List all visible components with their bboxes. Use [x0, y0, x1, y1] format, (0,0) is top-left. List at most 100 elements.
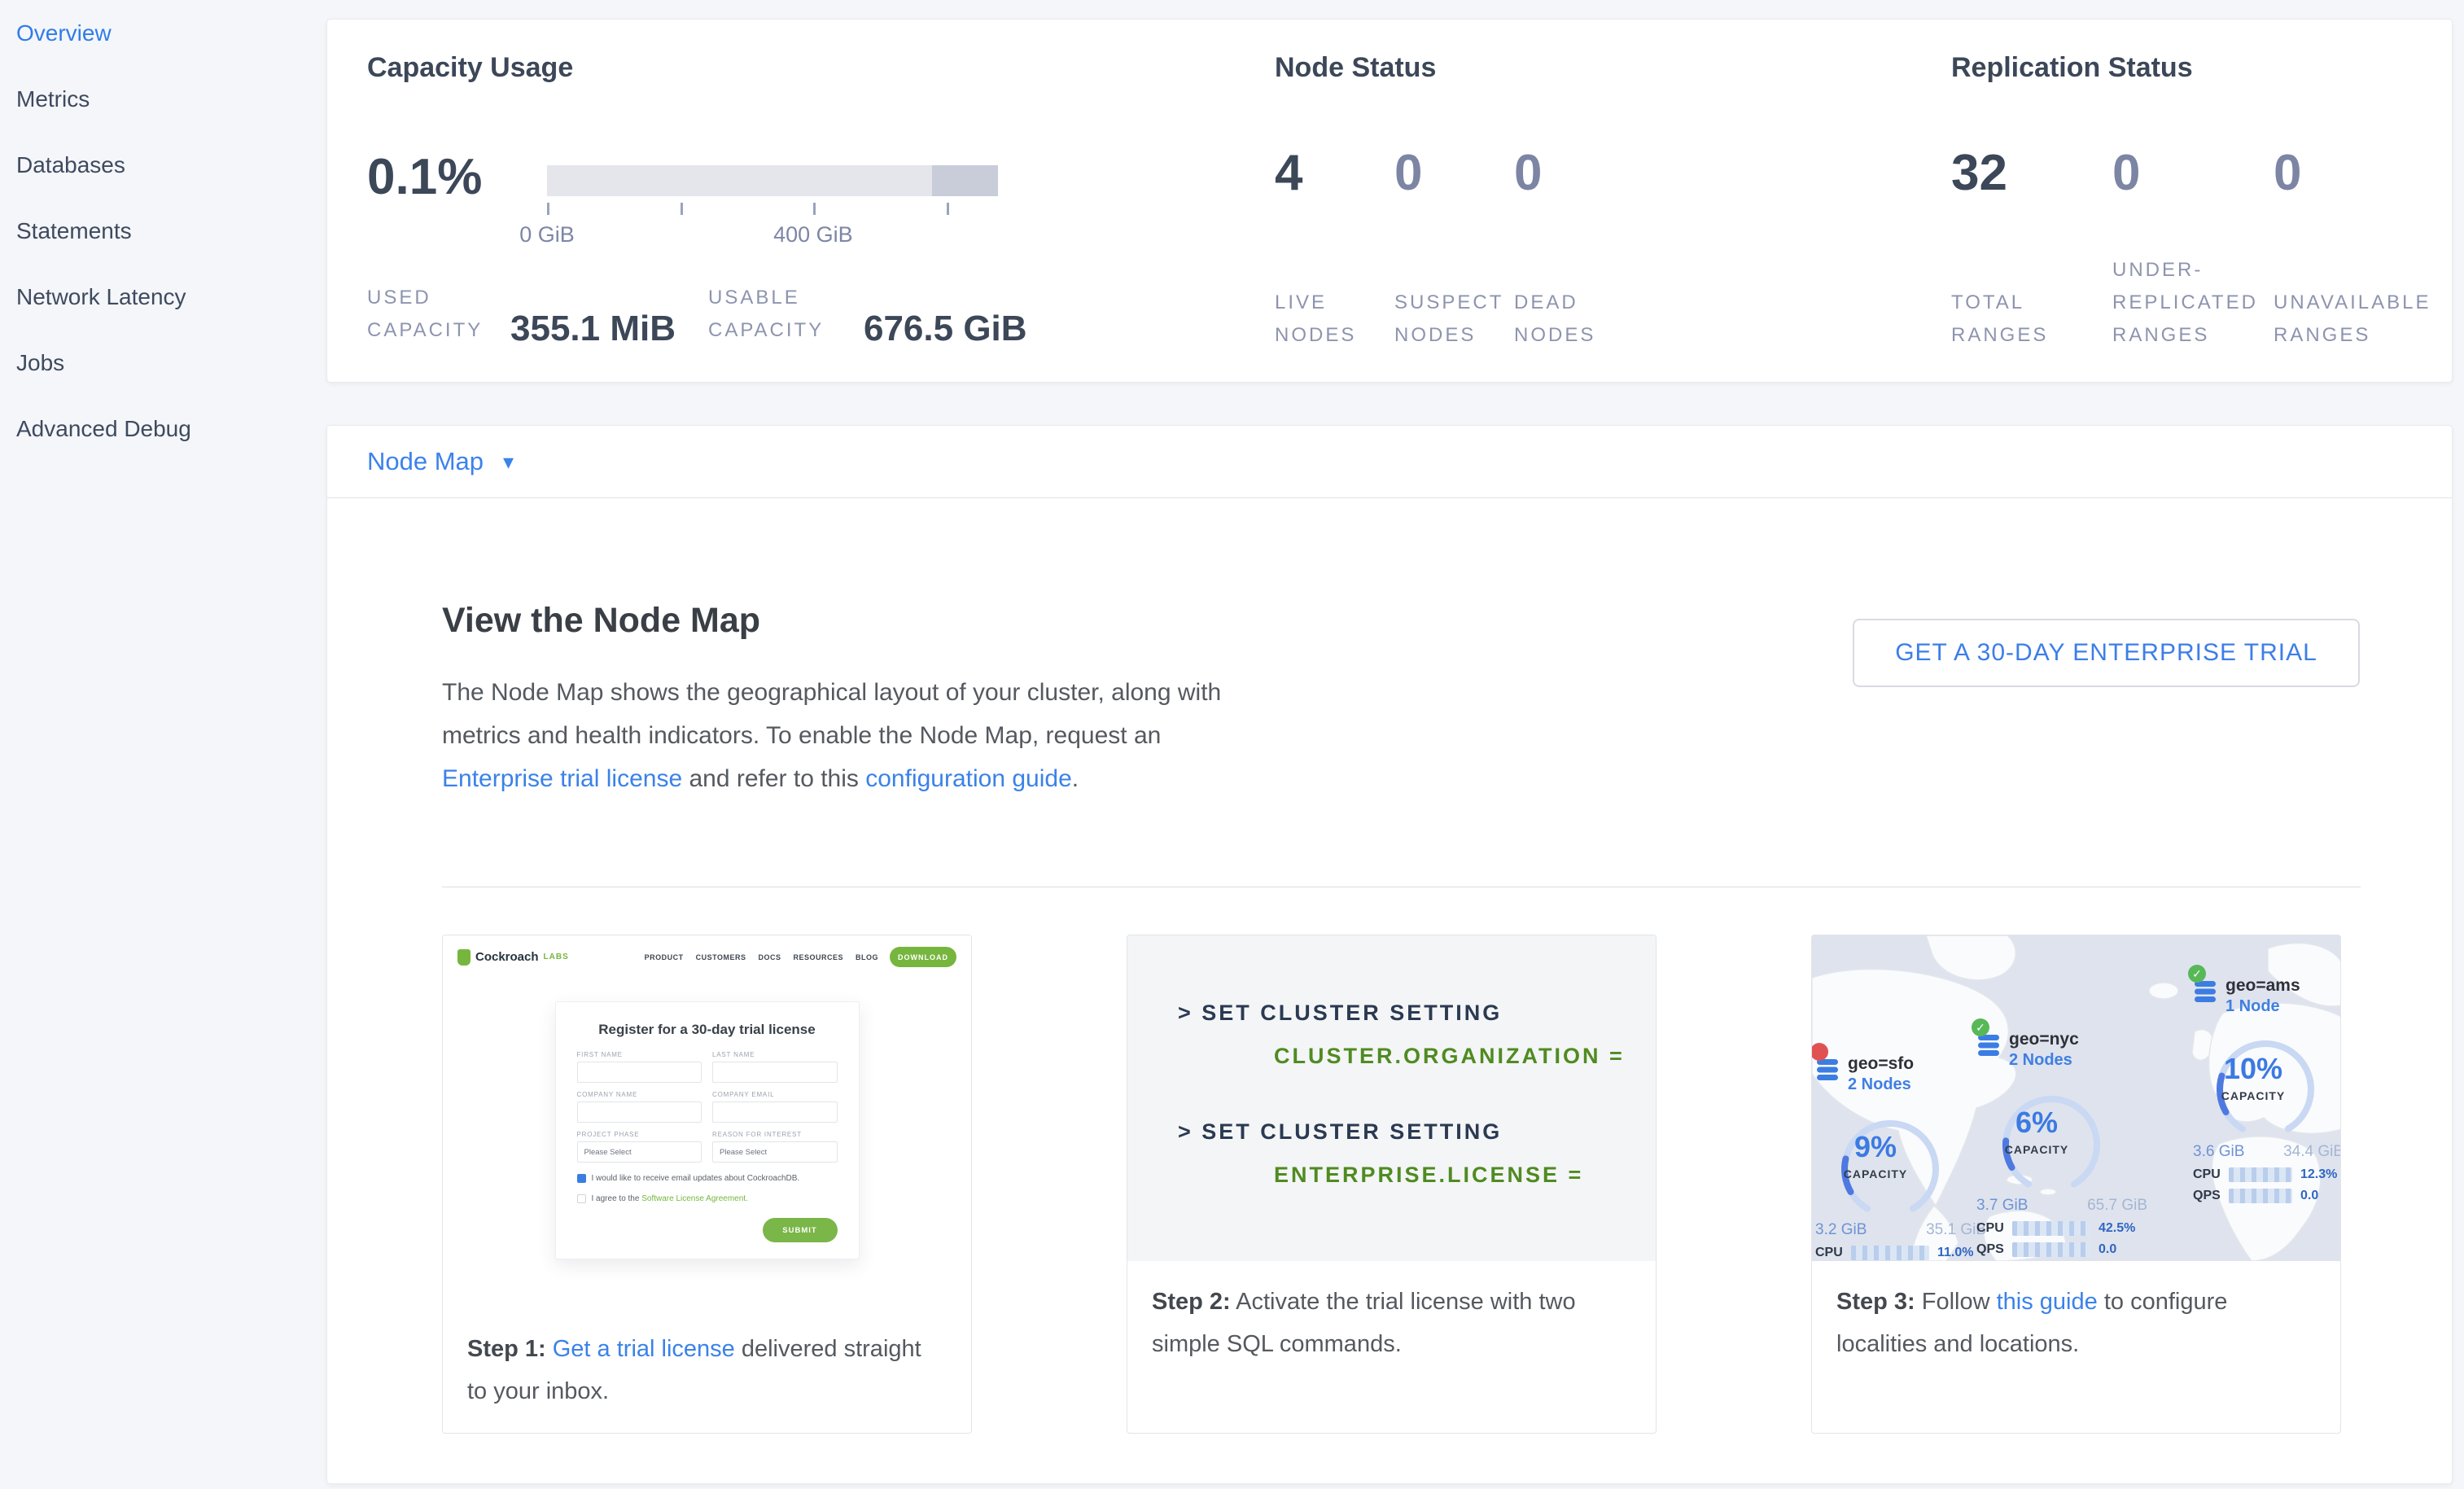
total-capacity: 34.4 GiB [2283, 1143, 2340, 1161]
field-label: PROJECT PHASE [577, 1131, 702, 1138]
cockroach-labs-logo-icon [457, 949, 470, 966]
replication-status-title: Replication Status [1951, 52, 2193, 84]
form-field: COMPANY EMAIL [712, 1091, 838, 1123]
axis-tick-label: 0 GiB [519, 222, 575, 247]
sidebar-item-databases[interactable]: Databases [0, 132, 326, 198]
sql-setting: CLUSTER.ORGANIZATION = [1274, 1044, 1656, 1069]
database-icon [1815, 1059, 1840, 1086]
qps-sparkline [2229, 1189, 2292, 1203]
view-selector-bar: Node Map ▾ [326, 425, 2453, 498]
first-name-input [577, 1062, 702, 1083]
sidebar-item-network-latency[interactable]: Network Latency [0, 264, 326, 330]
used-capacity: 3.7 GiB [1976, 1197, 2028, 1215]
check-icon: ✓ [1972, 1018, 1989, 1036]
form-field: REASON FOR INTEREST Please Select [712, 1131, 838, 1163]
logo-text: Cockroach [475, 950, 539, 964]
form-field: COMPANY NAME [577, 1091, 702, 1123]
step1-caption: Step 1: Get a trial license delivered st… [443, 1308, 971, 1412]
used-capacity: 3.2 GiB [1815, 1221, 1867, 1239]
enterprise-trial-license-link[interactable]: Enterprise trial license [442, 765, 682, 792]
node-map-dropdown[interactable]: Node Map ▾ [367, 426, 514, 497]
sidebar: Overview Metrics Databases Statements Ne… [0, 0, 326, 1489]
unavailable-ranges-metric: 0 UNAVAILABLE RANGES [2274, 148, 2435, 352]
intro-text: and refer to this [682, 765, 865, 792]
step3-caption: Step 3: Follow this guide to configure l… [1812, 1261, 2340, 1365]
total-ranges-label: TOTAL RANGES [1951, 287, 2112, 352]
sidebar-item-jobs[interactable]: Jobs [0, 330, 326, 396]
form-field: PROJECT PHASE Please Select [577, 1131, 702, 1163]
sidebar-item-overview[interactable]: Overview [0, 0, 326, 66]
intro-text: . [1072, 765, 1079, 792]
cpu-sparkline [2229, 1167, 2292, 1182]
checkbox-label: I would like to receive email updates ab… [592, 1174, 800, 1183]
replication-status-section: Replication Status 32 TOTAL RANGES 0 UND… [1951, 20, 2448, 382]
used-capacity-label: USED CAPACITY [367, 282, 505, 347]
node-count: 2 Nodes [1848, 1075, 1914, 1094]
field-label: REASON FOR INTEREST [712, 1131, 838, 1138]
email-updates-checkbox-row: I would like to receive email updates ab… [577, 1174, 838, 1183]
cpu-value: 42.5% [2099, 1221, 2135, 1236]
dead-nodes-metric: 0 DEAD NODES [1514, 148, 1634, 352]
download-button: DOWNLOAD [890, 947, 956, 967]
qps-sparkline [2012, 1242, 2090, 1257]
locality-name: geo=sfo [1848, 1054, 1914, 1074]
node-count: 2 Nodes [2009, 1051, 2079, 1070]
registration-site-thumbnail: Cockroach LABS PRODUCT CUSTOMERS DOCS RE… [443, 935, 971, 1308]
get-trial-button[interactable]: GET A 30-DAY ENTERPRISE TRIAL [1853, 619, 2360, 687]
capacity-gauge: 6% CAPACITY [1976, 1075, 2097, 1195]
capacity-bar-track [547, 165, 998, 196]
this-guide-link[interactable]: this guide [1997, 1289, 2098, 1315]
cpu-sparkline [1851, 1246, 1929, 1260]
under-replicated-metric: 0 UNDER-REPLICATED RANGES [2112, 148, 2274, 352]
locality-name: geo=nyc [2009, 1030, 2079, 1049]
alert-icon [1812, 1043, 1828, 1061]
step2-caption: Step 2: Activate the trial license with … [1127, 1261, 1656, 1365]
total-ranges-metric: 32 TOTAL RANGES [1951, 148, 2112, 352]
sql-prompt: > SET CLUSTER SETTING [1178, 1119, 1656, 1145]
sidebar-item-statements[interactable]: Statements [0, 198, 326, 264]
sidebar-item-metrics[interactable]: Metrics [0, 66, 326, 132]
usable-capacity-value: 676.5 GiB [864, 311, 1027, 347]
nav-item: DOCS [758, 953, 781, 961]
cockroach-labs-logo: Cockroach LABS [457, 949, 569, 966]
step-number: Step 2: [1152, 1289, 1231, 1315]
step3-card: geo=sfo 2 Nodes 9% CAPACITY 3.2 GiB 35.1… [1811, 935, 2341, 1434]
steps-row: Cockroach LABS PRODUCT CUSTOMERS DOCS RE… [442, 935, 2341, 1434]
axis-tick [681, 203, 683, 215]
check-icon: ✓ [2188, 965, 2206, 983]
suspect-nodes-metric: 0 SUSPECT NODES [1394, 148, 1514, 352]
usable-capacity-label: USABLE CAPACITY [708, 282, 859, 347]
sidebar-item-advanced-debug[interactable]: Advanced Debug [0, 396, 326, 462]
sql-setting: ENTERPRISE.LICENSE = [1274, 1163, 1656, 1188]
nav-item: BLOG [856, 953, 878, 961]
company-name-input [577, 1101, 702, 1123]
total-ranges-value: 32 [1951, 148, 2112, 199]
project-phase-select: Please Select [577, 1141, 702, 1163]
dead-nodes-label: DEAD NODES [1514, 287, 1634, 352]
cpu-value: 12.3% [2300, 1167, 2337, 1182]
node-count: 1 Node [2225, 997, 2300, 1016]
axis-tick [947, 203, 949, 215]
dead-nodes-value: 0 [1514, 148, 1634, 199]
intro-text: The Node Map shows the geographical layo… [442, 679, 1221, 749]
capacity-percent: 9% [1815, 1130, 1936, 1164]
mini-site-nav: PRODUCT CUSTOMERS DOCS RESOURCES BLOG [645, 953, 878, 961]
locality-name: geo=ams [2225, 976, 2300, 996]
step-number: Step 1: [467, 1336, 546, 1362]
capacity-bar-segment [932, 165, 998, 196]
get-trial-license-link[interactable]: Get a trial license [553, 1336, 735, 1362]
step-number: Step 3: [1836, 1289, 1915, 1315]
map-node-ams: ✓ geo=ams 1 Node 10% CAPACITY [2193, 965, 2340, 1203]
submit-button: SUBMIT [763, 1218, 838, 1242]
step1-card: Cockroach LABS PRODUCT CUSTOMERS DOCS RE… [442, 935, 972, 1434]
configuration-guide-link[interactable]: configuration guide [865, 765, 1072, 792]
axis-tick-label: 400 GiB [773, 222, 853, 247]
used-capacity: 3.6 GiB [2193, 1143, 2244, 1161]
capacity-gauge: 10% CAPACITY [2193, 1021, 2313, 1141]
node-map-thumbnail: geo=sfo 2 Nodes 9% CAPACITY 3.2 GiB 35.1… [1812, 935, 2340, 1261]
capacity-label: CAPACITY [1976, 1143, 2097, 1156]
live-nodes-label: LIVE NODES [1275, 287, 1394, 352]
used-capacity-value: 355.1 MiB [510, 311, 676, 347]
axis-tick [547, 203, 549, 215]
reason-select: Please Select [712, 1141, 838, 1163]
